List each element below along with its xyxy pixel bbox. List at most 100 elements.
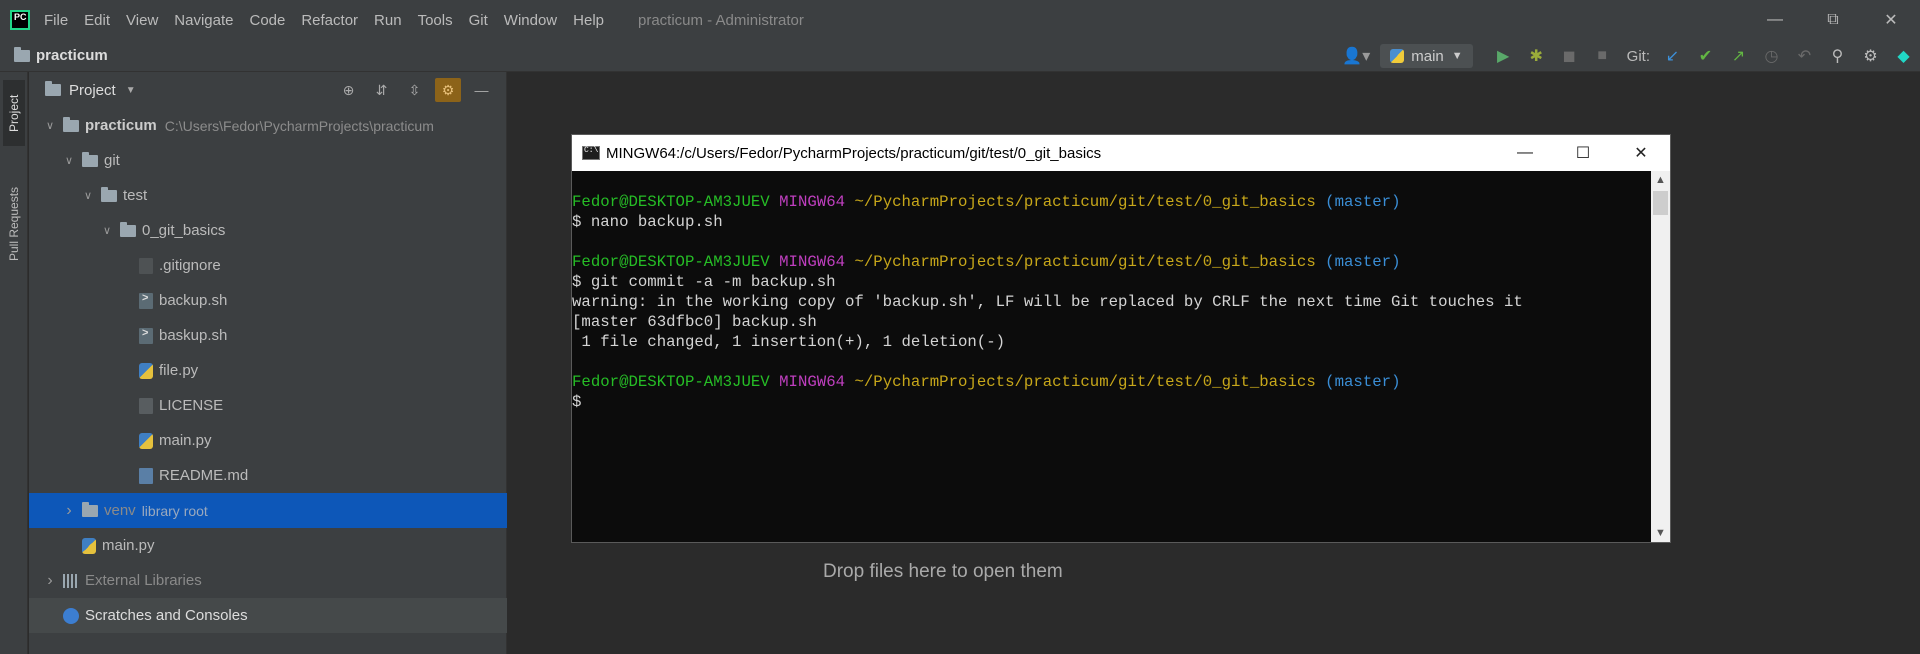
tab-project[interactable]: Project [3,80,25,146]
git-bash-terminal-window[interactable]: MINGW64:/c/Users/Fedor/PycharmProjects/p… [571,134,1671,543]
terminal-title: MINGW64:/c/Users/Fedor/PycharmProjects/p… [606,144,1102,162]
tab-pull-requests[interactable]: Pull Requests [3,168,25,280]
menu-window[interactable]: Window [504,12,557,29]
scroll-down-icon[interactable]: ▼ [1651,524,1670,542]
terminal-title-bar[interactable]: MINGW64:/c/Users/Fedor/PycharmProjects/p… [572,135,1670,171]
menu-refactor[interactable]: Refactor [301,12,358,29]
pycharm-logo-icon: PC [10,10,30,30]
expand-all-icon[interactable]: ⇵ [365,78,398,102]
git-label: Git: [1626,47,1650,65]
tree-row-scratches-and-consoles[interactable]: Scratches and Consoles [29,598,507,633]
tree-item-label: Scratches and Consoles [85,607,248,624]
window-controls: — ⧉ ✕ [1746,0,1920,40]
prompt-branch: (master) [1325,373,1401,391]
terminal-output[interactable]: Fedor@DESKTOP-AM3JUEV MINGW64 ~/PycharmP… [572,171,1652,542]
text-file-icon [139,397,153,414]
prompt-branch: (master) [1325,193,1401,211]
coverage-icon[interactable]: ◼ [1553,40,1586,72]
prompt-user: Fedor@DESKTOP-AM3JUEV [572,193,770,211]
terminal-minimize-icon[interactable]: — [1496,135,1554,171]
chevron-down-icon[interactable]: ∨ [81,189,95,202]
terminal-maximize-icon[interactable]: ☐ [1554,135,1612,171]
main-toolbar: 👤▾ main ▼ ▶ ✱ ◼ ■ Git: ↙ ✔ ↗ ◷ ↶ ⚲ ⚙ ◆ [1332,40,1920,72]
git-update-icon[interactable]: ↙ [1656,40,1689,72]
drop-files-hint: Drop files here to open them [823,561,1063,582]
project-tree: ∨ practicum C:\Users\Fedor\PycharmProjects… [29,108,507,654]
tree-row-external-libraries[interactable]: › External Libraries [29,563,507,598]
search-icon[interactable]: ⚲ [1821,40,1854,72]
window-title: practicum - Administrator [638,11,804,29]
tree-row-practicum[interactable]: ∨ practicum C:\Users\Fedor\PycharmProjects… [29,108,507,143]
ide-updates-icon[interactable]: ◆ [1887,40,1920,72]
terminal-scrollbar[interactable]: ▲ ▼ [1651,171,1670,542]
tree-row-backup-sh[interactable]: backup.sh [29,283,507,318]
prompt-path: ~/PycharmProjects/practicum/git/test/0_g… [854,253,1316,271]
markdown-file-icon [139,467,153,484]
tree-row-0-git-basics[interactable]: ∨ 0_git_basics [29,213,507,248]
tree-row-readme-md[interactable]: README.md [29,458,507,493]
menu-help[interactable]: Help [573,12,604,29]
terminal-icon [582,146,600,160]
git-commit-icon[interactable]: ✔ [1689,40,1722,72]
tree-item-label: test [123,187,148,204]
locate-file-icon[interactable]: ⊕ [332,78,365,102]
settings-gear-icon[interactable]: ⚙ [1854,40,1887,72]
collapse-all-icon[interactable]: ⇳ [398,78,431,102]
menu-code[interactable]: Code [249,12,285,29]
prompt-user: Fedor@DESKTOP-AM3JUEV [572,373,770,391]
python-file-icon [139,432,153,449]
restore-icon[interactable]: ⧉ [1804,0,1862,40]
menu-file[interactable]: File [44,12,68,29]
run-configuration-select[interactable]: main ▼ [1380,44,1473,68]
scroll-up-icon[interactable]: ▲ [1651,171,1670,189]
tree-row-main-py[interactable]: main.py [29,423,507,458]
tree-row-git[interactable]: ∨ git [29,143,507,178]
options-gear-icon[interactable]: ⚙ [435,78,461,102]
close-icon[interactable]: ✕ [1862,0,1920,40]
tree-item-label: External Libraries [85,572,202,589]
breadcrumb-project[interactable]: practicum [36,47,108,64]
tree-item-label: git [104,152,120,169]
minimize-icon[interactable]: — [1746,0,1804,40]
tree-row-test[interactable]: ∨ test [29,178,507,213]
command-line: $ git commit -a -m backup.sh [572,273,836,291]
chevron-down-icon[interactable]: ∨ [100,224,114,237]
run-config-label: main [1411,47,1444,65]
tree-row-main-py[interactable]: main.py [29,528,507,563]
git-history-icon[interactable]: ◷ [1755,40,1788,72]
python-icon [1390,49,1405,63]
menu-run[interactable]: Run [374,12,402,29]
stop-icon[interactable]: ■ [1586,40,1619,72]
project-view-selector[interactable]: Project [69,82,116,99]
git-rollback-icon[interactable]: ↶ [1788,40,1821,72]
scrollbar-thumb[interactable] [1653,191,1668,215]
prompt-host: MINGW64 [779,193,846,211]
tree-item-label: main.py [102,537,155,554]
user-account-icon[interactable]: 👤▾ [1332,40,1380,72]
run-icon[interactable]: ▶ [1487,40,1520,72]
menu-tools[interactable]: Tools [418,12,453,29]
chevron-down-icon[interactable]: ∨ [62,154,76,167]
scratch-icon [63,607,79,624]
git-push-icon[interactable]: ↗ [1722,40,1755,72]
tree-row-gitignore[interactable]: .gitignore [29,248,507,283]
menu-edit[interactable]: Edit [84,12,110,29]
tree-row-baskup-sh[interactable]: baskup.sh [29,318,507,353]
tree-item-label: practicum [85,117,157,134]
tree-row-file-py[interactable]: file.py [29,353,507,388]
tree-row-license[interactable]: LICENSE [29,388,507,423]
prompt-line: Fedor@DESKTOP-AM3JUEV MINGW64 ~/PycharmP… [572,372,1652,392]
tool-window-stripe: Project Pull Requests [0,72,28,654]
menu-navigate[interactable]: Navigate [174,12,233,29]
hide-panel-icon[interactable]: — [465,78,498,102]
chevron-down-icon[interactable]: ▼ [126,85,136,96]
menu-git[interactable]: Git [469,12,488,29]
terminal-close-icon[interactable]: ✕ [1612,135,1670,171]
menu-view[interactable]: View [126,12,158,29]
chevron-down-icon[interactable]: ∨ [43,119,57,132]
folder-icon [120,221,136,237]
chevron-right-icon[interactable]: › [43,572,57,590]
chevron-right-icon[interactable]: › [62,502,76,520]
tree-row-venv[interactable]: › venv library root [29,493,507,528]
debug-icon[interactable]: ✱ [1520,40,1553,72]
